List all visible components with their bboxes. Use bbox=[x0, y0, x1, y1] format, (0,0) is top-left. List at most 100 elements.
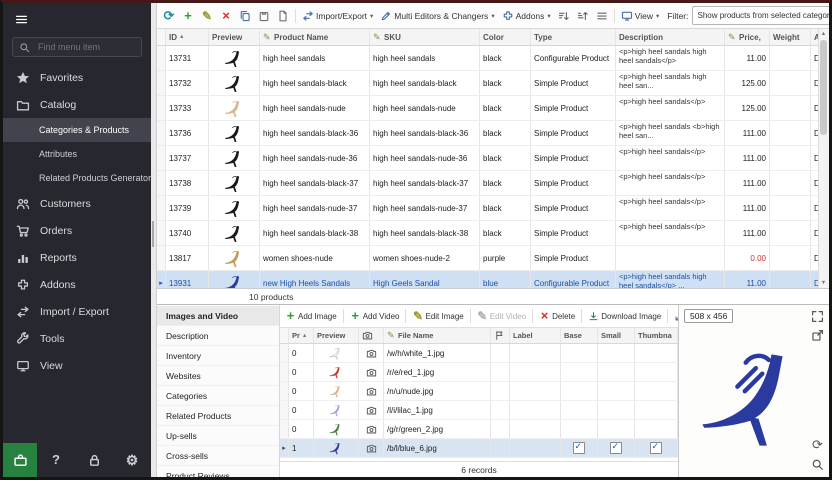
store-button[interactable] bbox=[3, 443, 37, 477]
edit-image-button[interactable]: ✎Edit Image bbox=[409, 309, 466, 324]
lock-button[interactable] bbox=[81, 447, 107, 473]
sidebar-item-view[interactable]: View bbox=[3, 352, 151, 379]
sidebar-item-customers[interactable]: Customers bbox=[3, 190, 151, 217]
delete-image-button[interactable]: ×Delete bbox=[536, 309, 578, 324]
product-row-13738[interactable]: 13738high heel sandals-black-37high heel… bbox=[157, 171, 818, 196]
images-column-thumbna[interactable]: Thumbna bbox=[635, 328, 678, 343]
sidebar-item-import-export[interactable]: Import / Export bbox=[3, 298, 151, 325]
thumbnail-checkbox[interactable] bbox=[650, 442, 662, 454]
tab-related-products[interactable]: Related Products bbox=[157, 406, 279, 426]
tab-inventory[interactable]: Inventory bbox=[157, 346, 279, 366]
tab-categories[interactable]: Categories bbox=[157, 386, 279, 406]
product-row-13740[interactable]: 13740high heel sandals-black-38high heel… bbox=[157, 221, 818, 246]
rotate-icon[interactable]: ⟳ bbox=[811, 438, 824, 451]
product-row-13817[interactable]: 13817women shoes-nudewomen shoes-nude-2p… bbox=[157, 246, 818, 271]
delete-product-button[interactable]: × bbox=[217, 8, 235, 24]
images-column-camera-icon[interactable] bbox=[359, 328, 384, 343]
gear-button[interactable]: ⚙ bbox=[119, 447, 145, 473]
addons-button[interactable]: Addons ▾ bbox=[499, 8, 554, 24]
column-header-preview[interactable]: Preview bbox=[209, 29, 260, 45]
sidebar-subitem-categories-products[interactable]: Categories & Products bbox=[3, 118, 151, 142]
add-video-button[interactable]: +Add Video bbox=[347, 309, 403, 324]
tab-cross-sells[interactable]: Cross-sells bbox=[157, 446, 279, 466]
preview-document-button[interactable] bbox=[274, 8, 292, 24]
add-product-button[interactable]: + bbox=[179, 8, 197, 24]
image-row-r-e-red-1-jpg[interactable]: 0/r/e/red_1.jpg bbox=[280, 363, 678, 382]
column-header-description[interactable]: Description bbox=[616, 29, 725, 45]
import-export-button[interactable]: Import/Export ▾ bbox=[299, 8, 376, 24]
open-external-icon[interactable] bbox=[811, 329, 824, 342]
vertical-scrollbar[interactable]: ▲ ▼ bbox=[818, 29, 829, 288]
panel-splitter[interactable] bbox=[151, 3, 157, 477]
images-column-small[interactable]: Small bbox=[598, 328, 635, 343]
images-column-flag-icon[interactable] bbox=[491, 328, 510, 343]
editable-pencil-icon: ✎ bbox=[387, 331, 396, 340]
fullscreen-icon[interactable] bbox=[811, 310, 824, 323]
multi-editors-changers-button[interactable]: Multi Editors & Changers ▾ bbox=[377, 8, 497, 24]
sidebar-subitem-attributes[interactable]: Attributes bbox=[3, 142, 151, 166]
tab-websites[interactable]: Websites bbox=[157, 366, 279, 386]
zoom-icon[interactable] bbox=[811, 458, 824, 471]
images-column-preview[interactable]: Preview bbox=[314, 328, 359, 343]
column-header-type[interactable]: Type bbox=[531, 29, 616, 45]
column-header-weight[interactable]: Weight bbox=[770, 29, 811, 45]
paste-button[interactable] bbox=[255, 8, 273, 24]
images-column-pr[interactable]: Pr▲ bbox=[289, 328, 314, 343]
cell-attribute-set: Default bbox=[811, 171, 818, 195]
sidebar-item-orders[interactable]: Orders bbox=[3, 217, 151, 244]
sidebar-item-tools[interactable]: Tools bbox=[3, 325, 151, 352]
images-column-label[interactable]: Label bbox=[510, 328, 561, 343]
menu-search[interactable] bbox=[12, 37, 142, 57]
help-button[interactable]: ? bbox=[43, 447, 69, 473]
column-header-attribute-set-name[interactable]: Attribute Set Name bbox=[811, 29, 818, 45]
column-header-color[interactable]: Color bbox=[480, 29, 531, 45]
column-header-product-name[interactable]: ✎Product Name bbox=[260, 29, 370, 45]
images-column-file-name[interactable]: ✎File Name bbox=[384, 328, 491, 343]
sort-descending-button[interactable] bbox=[574, 8, 592, 24]
tab-product-reviews[interactable]: Product Reviews bbox=[157, 466, 279, 480]
base-checkbox[interactable] bbox=[573, 442, 585, 454]
edit-icon: ✎ bbox=[412, 311, 423, 322]
images-column-base[interactable]: Base bbox=[561, 328, 598, 343]
sidebar-item-reports[interactable]: Reports bbox=[3, 244, 151, 271]
scroll-down-icon[interactable]: ▼ bbox=[819, 278, 828, 288]
column-header-sku[interactable]: ✎SKU bbox=[370, 29, 480, 45]
small-checkbox[interactable] bbox=[610, 442, 622, 454]
sidebar-subitem-related-products-generator[interactable]: Related Products Generator bbox=[3, 166, 151, 190]
column-header-price[interactable]: ✎Price, bbox=[725, 29, 770, 45]
scroll-up-icon[interactable]: ▲ bbox=[819, 29, 828, 39]
image-row-l-i-lilac-1-jpg[interactable]: 0/l/i/lilac_1.jpg bbox=[280, 401, 678, 420]
edit-product-button[interactable]: ✎ bbox=[198, 8, 216, 24]
menu-search-input[interactable] bbox=[36, 41, 132, 53]
product-row-13733[interactable]: 13733high heel sandals-nudehigh heel san… bbox=[157, 96, 818, 121]
product-row-13732[interactable]: 13732high heel sandals-blackhigh heel sa… bbox=[157, 71, 818, 96]
view-button[interactable]: View ▾ bbox=[618, 8, 663, 24]
product-row-13739[interactable]: 13739high heel sandals-nude-37high heel … bbox=[157, 196, 818, 221]
tab-description[interactable]: Description bbox=[157, 326, 279, 346]
image-row-w-h-white-1-jpg[interactable]: 0/w/h/white_1.jpg bbox=[280, 344, 678, 363]
image-row-n-u-nude-jpg[interactable]: 0/n/u/nude.jpg bbox=[280, 382, 678, 401]
sidebar-item-catalog[interactable]: Catalog bbox=[3, 91, 151, 118]
image-row-b-l-blue-6-jpg[interactable]: ▸1/b/l/blue_6.jpg bbox=[280, 439, 678, 458]
tab-up-sells[interactable]: Up-sells bbox=[157, 426, 279, 446]
add-image-button[interactable]: +Add Image bbox=[282, 309, 340, 324]
copy-button[interactable] bbox=[236, 8, 254, 24]
category-filter-select[interactable]: Show products from selected categories ▾ bbox=[692, 6, 832, 25]
sort-ascending-button[interactable] bbox=[555, 8, 573, 24]
grouping-button[interactable] bbox=[593, 8, 611, 24]
sidebar-item-addons[interactable]: Addons bbox=[3, 271, 151, 298]
cell-priority: 0 bbox=[289, 420, 314, 438]
sidebar-item-favorites[interactable]: Favorites bbox=[3, 64, 151, 91]
hamburger-icon[interactable] bbox=[14, 13, 29, 26]
product-row-13737[interactable]: 13737high heel sandals-nude-36high heel … bbox=[157, 146, 818, 171]
refresh-button[interactable]: ⟳ bbox=[160, 8, 178, 24]
image-row-g-r-green-2-jpg[interactable]: 0/g/r/green_2.jpg bbox=[280, 420, 678, 439]
column-header-id[interactable]: ID▲ bbox=[166, 29, 209, 45]
product-row-13731[interactable]: 13731high heel sandalshigh heel sandalsb… bbox=[157, 46, 818, 71]
product-row-13931[interactable]: ▸13931new High Heels SandalsHigh Geels S… bbox=[157, 271, 818, 288]
scrollbar-thumb[interactable] bbox=[820, 40, 827, 135]
tab-images-and-video[interactable]: Images and Video bbox=[157, 306, 279, 326]
cell-product-name: women shoes-nude bbox=[260, 246, 370, 270]
product-row-13736[interactable]: 13736high heel sandals-black-36high heel… bbox=[157, 121, 818, 146]
download-image-button[interactable]: Download Image bbox=[585, 309, 664, 324]
